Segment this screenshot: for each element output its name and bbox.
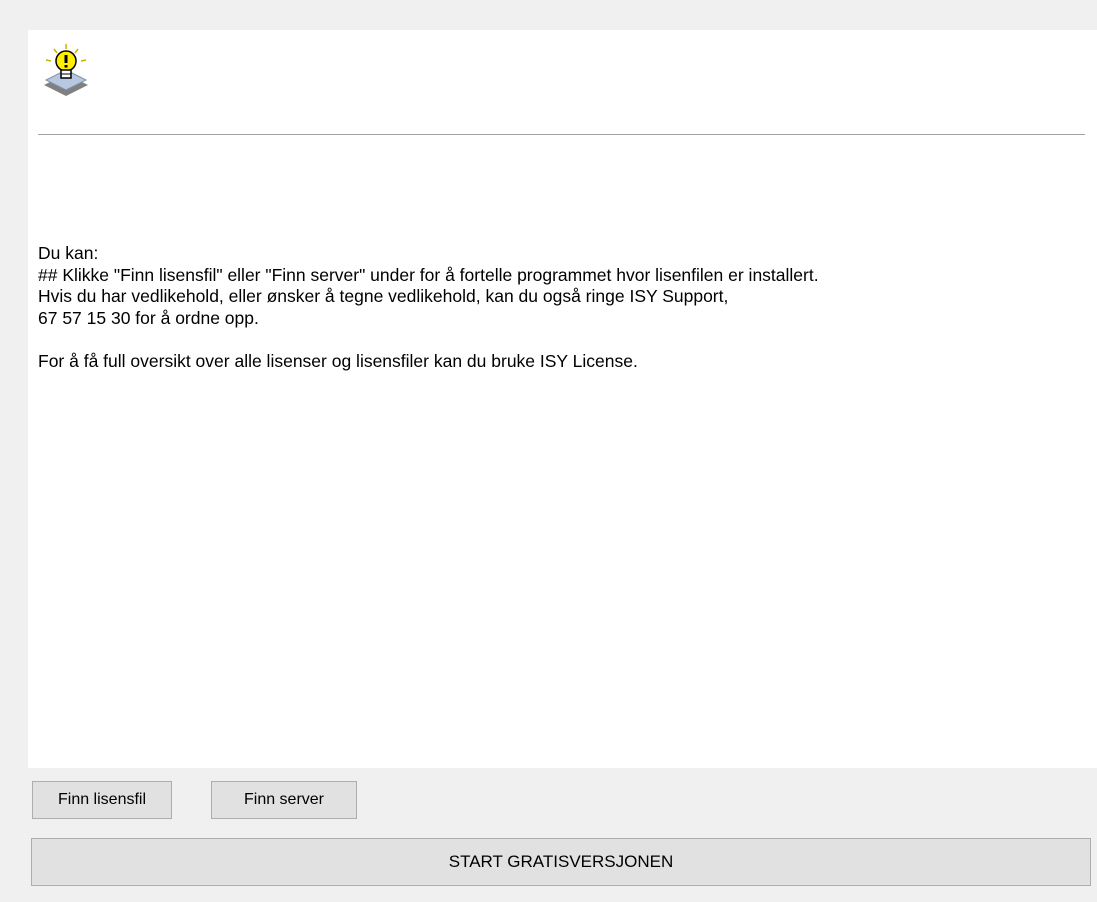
message-line: 67 57 15 30 for å ordne opp. <box>38 307 259 328</box>
find-license-file-button[interactable]: Finn lisensfil <box>32 781 172 819</box>
info-message: Du kan: ## Klikke "Finn lisensfil" eller… <box>38 243 1078 373</box>
message-panel: Du kan: ## Klikke "Finn lisensfil" eller… <box>28 30 1097 768</box>
message-line: For å få full oversikt over alle lisense… <box>38 351 638 371</box>
start-free-version-button[interactable]: START GRATISVERSJONEN <box>31 838 1091 886</box>
message-line: Hvis du har vedlikehold, eller ønsker å … <box>38 286 729 306</box>
find-server-button[interactable]: Finn server <box>211 781 357 819</box>
message-line: ## Klikke "Finn lisensfil" eller "Finn s… <box>38 264 819 285</box>
message-line: Du kan: <box>38 243 99 263</box>
header-divider <box>38 134 1085 136</box>
lightbulb-icon <box>44 44 88 96</box>
